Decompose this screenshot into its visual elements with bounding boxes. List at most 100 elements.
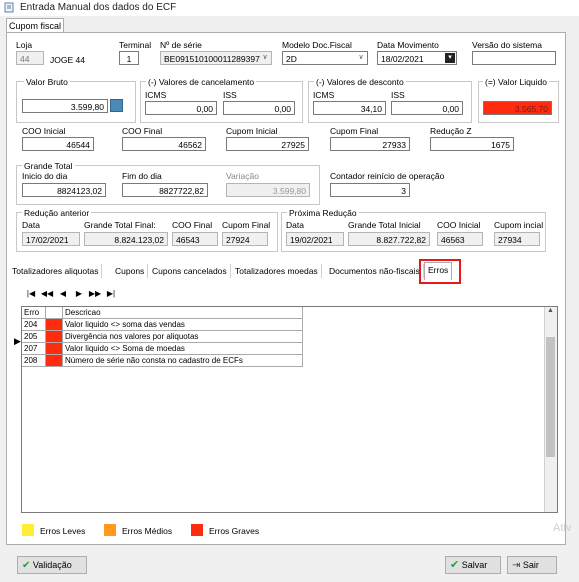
severity-cell [46,343,63,355]
pr-data-field[interactable]: 19/02/2021 [286,232,344,246]
desc-iss-label: ISS [391,90,405,100]
pr-data-label: Data [286,220,304,230]
tab-totalizadores-aliquotas[interactable]: Totalizadores aliquotas [9,264,103,278]
desc-iss-field[interactable]: 0,00 [391,101,463,115]
descricao-cell: Valor liquido <> soma das vendas [63,319,303,331]
pr-cupom-field[interactable]: 27934 [494,232,540,246]
first-record-icon[interactable]: |◀ [23,289,39,298]
data-movimento-field[interactable]: 18/02/2021 ▾ [377,51,457,65]
calculator-icon[interactable] [110,99,123,112]
erro-cell: 207 [22,343,46,355]
column-header-descricao[interactable]: Descricao [63,307,303,319]
column-header-color[interactable] [46,307,63,319]
scrollbar-thumb[interactable] [546,337,555,457]
cancel-icms-label: ICMS [145,90,167,100]
tab-documentos-nao-fiscais[interactable]: Documentos não-fiscais [326,264,424,278]
legend-leves-swatch [22,524,34,536]
chevron-down-icon: ∨ [358,54,364,61]
legend-medios-swatch [104,524,116,536]
versao-field[interactable] [472,51,556,65]
descricao-cell: Número de série não consta no cadastro d… [63,355,303,367]
vertical-scrollbar[interactable]: ▲ [544,307,557,512]
modelo-label: Modelo Doc.Fiscal [282,40,352,50]
table-row[interactable]: 207 Valor liquido <> Soma de moedas [22,343,557,355]
serie-select[interactable]: BE091510100011289397 ∨ [160,51,272,65]
reducao-anterior-label: Redução anterior [22,208,92,218]
variacao-field[interactable]: 3.599,80 [226,183,310,197]
serie-value: BE091510100011289397 [164,54,260,64]
inicio-dia-field[interactable]: 8824123,02 [22,183,106,197]
check-icon: ✔ [22,560,31,571]
coo-inicial-field[interactable]: 46544 [22,137,94,151]
modelo-select[interactable]: 2D ∨ [282,51,368,65]
loja-field[interactable]: 44 [16,51,44,65]
validacao-label: Validação [32,560,72,570]
salvar-button[interactable]: ✔ Salvar [445,556,501,574]
contador-field[interactable]: 3 [330,183,410,197]
modelo-value: 2D [286,54,297,64]
desc-icms-label: ICMS [313,90,335,100]
table-row[interactable]: 208 Número de série não consta no cadast… [22,355,557,367]
valor-bruto-field[interactable]: 3.599,80 [22,99,108,113]
sair-button[interactable]: ⇥ Sair [507,556,557,574]
cancel-icms-field[interactable]: 0,00 [145,101,217,115]
pr-gt-field[interactable]: 8.827.722,82 [348,232,430,246]
cancel-iss-field[interactable]: 0,00 [223,101,295,115]
salvar-label: Salvar [461,560,488,570]
tab-cupons-cancelados[interactable]: Cupons cancelados [149,264,231,278]
ra-gt-label: Grande Total Final: [84,220,156,230]
terminal-label: Terminal [119,40,152,50]
erro-cell: 205 [22,331,46,343]
serie-label: Nº de série [160,40,202,50]
contador-label: Contador reinício de operação [330,171,445,181]
row-indicator-icon: ▶ [14,336,21,346]
next-record-icon[interactable]: ▶ [71,289,87,298]
pr-cupom-label: Cupom incial [494,220,544,230]
scroll-up-icon[interactable]: ▲ [545,307,556,317]
descricao-cell: Valor liquido <> Soma de moedas [63,343,303,355]
variacao-label: Variação [226,171,259,181]
prior-record-icon[interactable]: ◀ [55,289,71,298]
column-header-erro[interactable]: Erro [22,307,46,319]
erro-cell: 204 [22,319,46,331]
table-row[interactable]: 205 Divergência nos valores por aliquota… [22,331,557,343]
inicio-dia-label: Inicio do dia [22,171,68,181]
ra-gt-field[interactable]: 8.824.123,02 [84,232,168,246]
severity-cell [46,319,63,331]
cupom-inicial-field[interactable]: 27925 [226,137,309,151]
validacao-button[interactable]: ✔ Validação [17,556,87,574]
grande-total-label: Grande Total [22,161,75,171]
ra-data-field[interactable]: 17/02/2021 [22,232,80,246]
calendar-dropdown-icon[interactable]: ▾ [445,53,455,63]
liquido-label: (=) Valor Liquido [483,77,549,87]
tab-cupons[interactable]: Cupons [112,264,149,278]
legend-medios-label: Erros Médios [122,526,173,536]
reducao-z-field[interactable]: 1675 [430,137,514,151]
loja-label: Loja [16,40,33,50]
watermark-text: Ativ [553,522,572,534]
prior-page-icon[interactable]: ◀◀ [39,289,55,298]
fim-dia-field[interactable]: 8827722,82 [122,183,208,197]
data-movimento-value: 18/02/2021 [381,54,424,64]
liquido-field[interactable]: 3.565,70 [483,101,552,115]
legend-leves-label: Erros Leves [40,526,86,536]
tab-cupom-fiscal[interactable]: Cupom fiscal [6,18,64,33]
cupom-final-label: Cupom Final [330,126,379,136]
valor-bruto-label: Valor Bruto [24,77,70,87]
highlight-box [419,259,461,284]
coo-inicial-label: COO Inicial [22,126,66,136]
last-record-icon[interactable]: ▶| [103,289,119,298]
desc-icms-field[interactable]: 34,10 [313,101,386,115]
ra-data-label: Data [22,220,40,230]
terminal-field[interactable]: 1 [119,51,139,65]
tab-totalizadores-moedas[interactable]: Totalizadores moedas [232,264,322,278]
coo-final-field[interactable]: 46562 [122,137,206,151]
table-row[interactable]: 204 Valor liquido <> soma das vendas [22,319,557,331]
ra-coo-field[interactable]: 46543 [172,232,218,246]
ra-cupom-field[interactable]: 27924 [222,232,268,246]
pr-coo-field[interactable]: 46563 [437,232,483,246]
next-page-icon[interactable]: ▶▶ [87,289,103,298]
errors-grid[interactable]: Erro Descricao 204 Valor liquido <> soma… [21,306,558,513]
cupom-final-field[interactable]: 27933 [330,137,410,151]
proxima-reducao-label: Próxima Redução [287,208,359,218]
